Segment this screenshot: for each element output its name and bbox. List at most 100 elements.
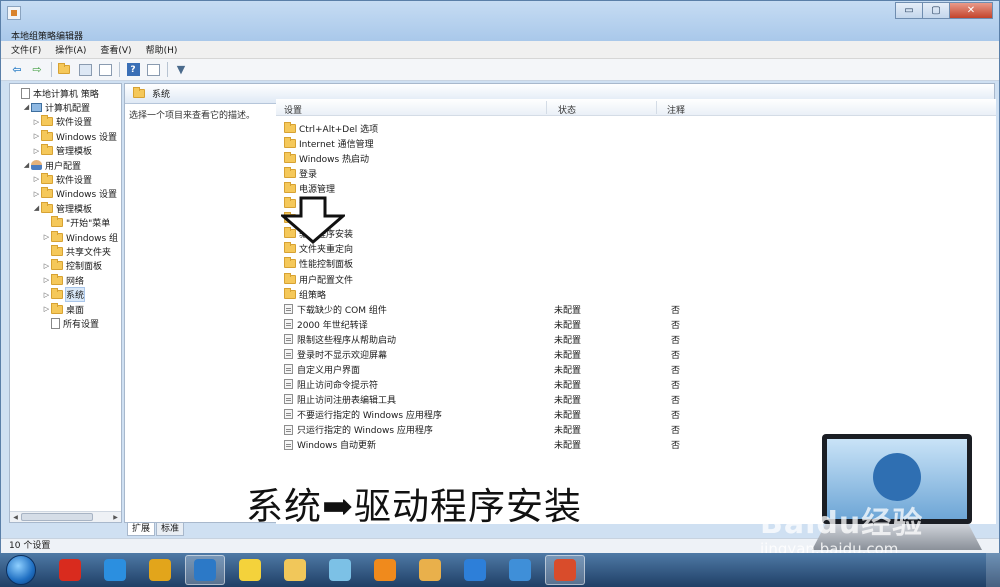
chat-app-icon[interactable] [185, 555, 225, 585]
tree-item[interactable]: ▷ Windows 设置 [32, 187, 117, 201]
expand-icon[interactable]: ▷ [42, 291, 51, 299]
media-player-icon[interactable] [365, 555, 405, 585]
collapse-icon[interactable]: ◢ [22, 161, 31, 169]
expand-icon[interactable]: ▷ [42, 305, 51, 313]
table-row[interactable]: 2000 年世纪转译 未配置 否 [276, 317, 996, 332]
view-icon[interactable] [145, 62, 161, 78]
tree-item[interactable]: 共享文件夹 [42, 244, 111, 258]
notes-icon[interactable] [230, 555, 270, 585]
column-state[interactable]: 状态 [558, 103, 576, 116]
fan-app-icon[interactable] [320, 555, 360, 585]
tree-item[interactable]: ▷ 管理模板 [32, 144, 92, 158]
collapse-icon[interactable]: ◢ [22, 103, 31, 111]
tab-extended[interactable]: 扩展 [127, 523, 156, 536]
tree-item-label: 网络 [66, 276, 85, 287]
menu-file[interactable]: 文件(F) [11, 43, 41, 56]
start-button[interactable] [6, 555, 36, 585]
list-item[interactable]: Ctrl+Alt+Del 选项 [276, 121, 996, 136]
menu-action[interactable]: 操作(A) [55, 43, 86, 56]
list-item[interactable]: 登录 [276, 166, 996, 181]
policy-note: 否 [671, 350, 681, 361]
list-item[interactable]: 文件夹重定向 [276, 241, 996, 256]
scroll-right-icon[interactable]: ▶ [110, 512, 121, 522]
tree-item[interactable]: ▷ 控制面板 [42, 259, 102, 273]
expand-icon[interactable]: ▷ [32, 175, 41, 183]
expand-icon[interactable]: ▷ [32, 132, 41, 140]
tree-item[interactable]: ◢ 计算机配置 [22, 100, 90, 114]
list-item[interactable]: Internet 通信管理 [276, 136, 996, 151]
ie-browser-icon[interactable] [95, 555, 135, 585]
column-setting[interactable]: 设置 [284, 103, 302, 116]
tree-item[interactable]: ▷ 系统 [42, 287, 86, 303]
close-button[interactable]: ✕ [949, 2, 993, 19]
tree-item[interactable]: ▷ 桌面 [42, 302, 84, 316]
tree-horizontal-scrollbar[interactable]: ◀ ▶ [10, 511, 121, 522]
baidu-app-icon[interactable] [455, 555, 495, 585]
expand-icon[interactable]: ▷ [42, 233, 51, 241]
menu-help[interactable]: 帮助(H) [146, 43, 178, 56]
tree-item[interactable]: ◢ 用户配置 [22, 158, 81, 172]
app-icon[interactable] [7, 6, 21, 20]
column-divider[interactable] [546, 101, 547, 114]
policy-editor-taskbar-icon[interactable] [545, 555, 585, 585]
list-item[interactable]: 组策略 [276, 287, 996, 302]
column-note[interactable]: 注释 [667, 103, 685, 116]
list-item[interactable]: 访问 [276, 196, 996, 211]
table-row[interactable]: 不要运行指定的 Windows 应用程序 未配置 否 [276, 407, 996, 422]
expand-icon[interactable]: ▷ [32, 190, 41, 198]
tree-item[interactable]: ▷ 软件设置 [32, 115, 92, 129]
expand-icon[interactable]: ▷ [42, 276, 51, 284]
list-item[interactable]: 服务 [276, 211, 996, 226]
tree-item[interactable]: 本地计算机 策略 [12, 86, 99, 100]
export-icon[interactable] [97, 62, 113, 78]
table-row[interactable]: 阻止访问命令提示符 未配置 否 [276, 377, 996, 392]
tree-item[interactable]: ▷ 软件设置 [32, 172, 92, 186]
list-item[interactable]: 性能控制面板 [276, 256, 996, 271]
show-tree-icon[interactable] [77, 62, 93, 78]
filter-icon[interactable]: ▼ [173, 62, 189, 78]
minimize-button[interactable]: ▭ [895, 2, 923, 19]
paint-icon[interactable] [410, 555, 450, 585]
tree-item[interactable]: 所有设置 [42, 316, 99, 330]
tree-item[interactable]: "开始"菜单 [42, 216, 110, 230]
expand-icon[interactable]: ▷ [32, 147, 41, 155]
collapse-icon[interactable]: ◢ [32, 204, 41, 212]
list-item[interactable]: 用户配置文件 [276, 272, 996, 287]
help-icon[interactable]: ? [125, 62, 141, 78]
up-folder-icon[interactable] [57, 62, 73, 78]
tab-standard[interactable]: 标准 [156, 523, 185, 536]
chrome-browser-icon[interactable] [140, 555, 180, 585]
cube-app-icon[interactable] [500, 555, 540, 585]
title-bar[interactable]: 本地组策略编辑器 ▭ ▢ ✕ [1, 1, 999, 42]
show-desktop-button[interactable] [986, 553, 1000, 587]
maximize-button[interactable]: ▢ [922, 2, 950, 19]
list-item[interactable]: Windows 热启动 [276, 151, 996, 166]
list-item[interactable]: 电源管理 [276, 181, 996, 196]
back-arrow-icon[interactable]: ⇦ [9, 62, 25, 78]
folder-icon [284, 257, 296, 269]
folder-icon [284, 167, 296, 179]
scroll-thumb[interactable] [21, 513, 93, 521]
column-divider[interactable] [656, 101, 657, 114]
tree-item[interactable]: ▷ 网络 [42, 273, 84, 287]
policy-state: 未配置 [554, 305, 582, 316]
tree-item[interactable]: ▷ Windows 设置 [32, 129, 117, 143]
policy-name: 下载缺少的 COM 组件 [284, 303, 387, 316]
expand-icon[interactable]: ▷ [32, 118, 41, 126]
tree-item[interactable]: ▷ Windows 组 [42, 230, 118, 244]
expand-icon[interactable]: ▷ [42, 262, 51, 270]
app-icon-jiang[interactable] [50, 555, 90, 585]
menu-view[interactable]: 查看(V) [100, 43, 131, 56]
list-item[interactable]: 驱动程序安装 [276, 226, 996, 241]
file-explorer-icon[interactable] [275, 555, 315, 585]
table-row[interactable]: 阻止访问注册表编辑工具 未配置 否 [276, 392, 996, 407]
table-row[interactable]: 自定义用户界面 未配置 否 [276, 362, 996, 377]
tree-item[interactable]: ◢ 管理模板 [32, 201, 92, 215]
policy-note: 否 [671, 441, 681, 452]
table-row[interactable]: 下载缺少的 COM 组件 未配置 否 [276, 302, 996, 317]
table-row[interactable]: 登录时不显示欢迎屏幕 未配置 否 [276, 347, 996, 362]
scroll-left-icon[interactable]: ◀ [10, 512, 21, 522]
forward-arrow-icon[interactable]: ⇨ [29, 62, 45, 78]
folder-icon [51, 259, 63, 271]
table-row[interactable]: 限制这些程序从帮助启动 未配置 否 [276, 332, 996, 347]
